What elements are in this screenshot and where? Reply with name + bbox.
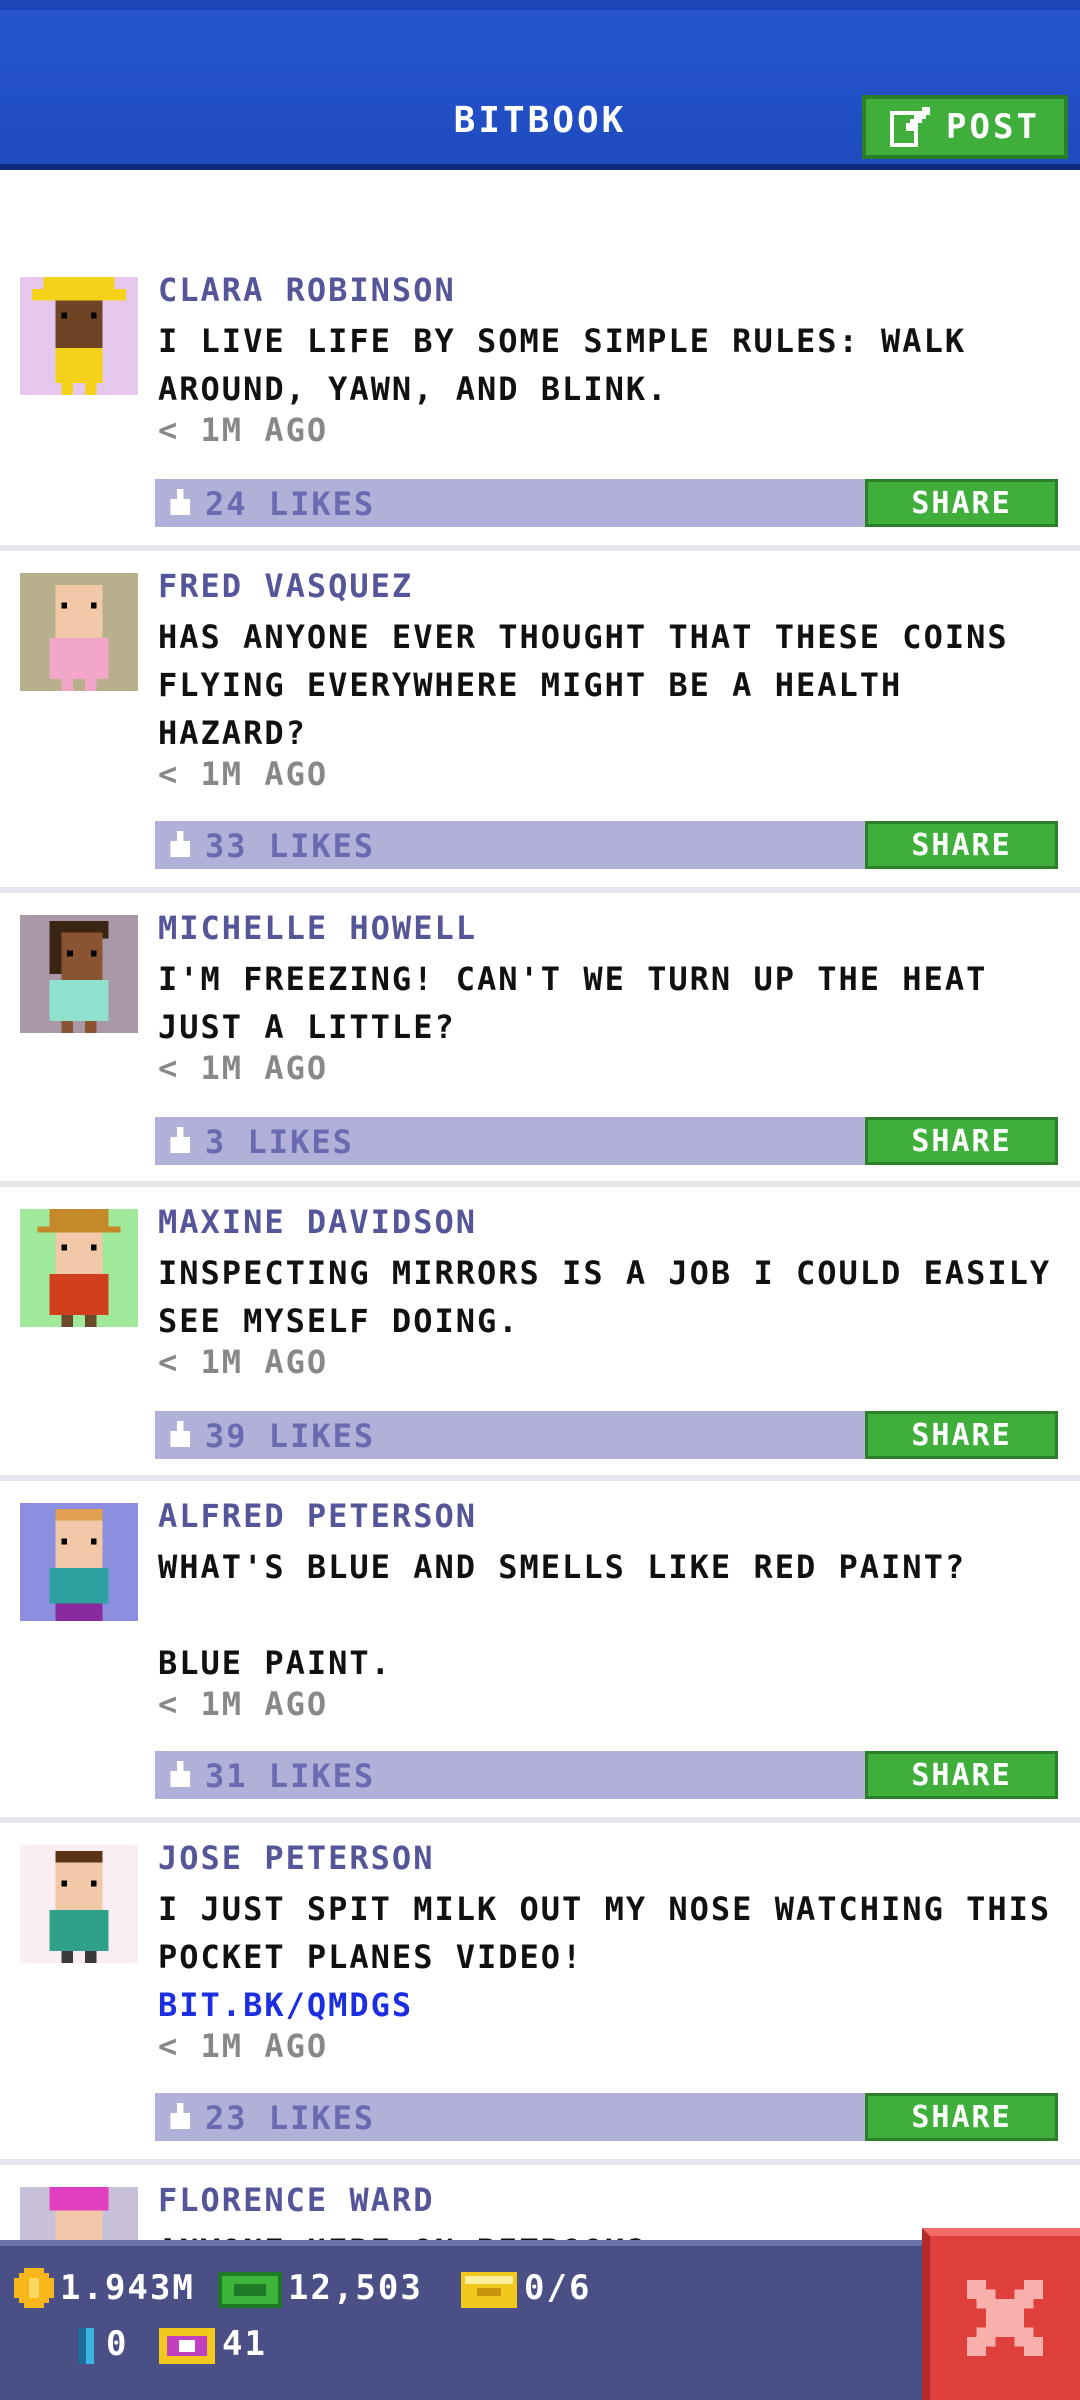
header-bar: BITBOOK POST xyxy=(0,0,1080,170)
person-icon xyxy=(31,277,127,395)
feed-post: CLARA ROBINSON I LIVE LIFE BY SOME SIMPL… xyxy=(0,255,1080,551)
post-message: HAS ANYONE EVER THOUGHT THAT THESE COINS… xyxy=(158,618,1030,752)
share-button[interactable]: SHARE xyxy=(865,821,1058,869)
likes-count: 33 LIKES xyxy=(205,827,376,865)
likes-bar[interactable]: 3 LIKES SHARE xyxy=(155,1117,1058,1165)
thumbs-up-icon xyxy=(170,1421,190,1447)
post-time: < 1M AGO xyxy=(158,1685,329,1723)
key-icon xyxy=(78,2328,94,2364)
post-button-label: POST xyxy=(946,107,1040,147)
vip-value: 41 xyxy=(222,2324,267,2364)
tickets-stat: 0/6 xyxy=(460,2268,591,2308)
likes-bar[interactable]: 24 LIKES SHARE xyxy=(155,479,1058,527)
post-message: INSPECTING MIRRORS IS A JOB I COULD EASI… xyxy=(158,1254,1073,1340)
avatar xyxy=(20,573,138,691)
post-time: < 1M AGO xyxy=(158,755,329,793)
likes-count: 31 LIKES xyxy=(205,1757,376,1795)
thumbs-up-icon xyxy=(170,1761,190,1787)
avatar xyxy=(20,915,138,1033)
post-time: < 1M AGO xyxy=(158,2027,329,2065)
post-author[interactable]: MAXINE DAVIDSON xyxy=(158,1203,477,1241)
likes-count: 23 LIKES xyxy=(205,2099,376,2137)
share-button[interactable]: SHARE xyxy=(865,479,1058,527)
feed-post: FRED VASQUEZ HAS ANYONE EVER THOUGHT THA… xyxy=(0,551,1080,893)
thumbs-up-icon xyxy=(170,489,190,515)
likes-bar[interactable]: 31 LIKES SHARE xyxy=(155,1751,1058,1799)
feed-post: MICHELLE HOWELL I'M FREEZING! CAN'T WE T… xyxy=(0,893,1080,1187)
likes-bar[interactable]: 33 LIKES SHARE xyxy=(155,821,1058,869)
tickets-value: 0/6 xyxy=(524,2268,592,2308)
keys-stat: 0 xyxy=(72,2324,128,2364)
likes-count: 24 LIKES xyxy=(205,485,376,523)
post-time: < 1M AGO xyxy=(158,411,329,449)
post-message: I LIVE LIFE BY SOME SIMPLE RULES: WALK A… xyxy=(158,322,988,408)
avatar xyxy=(20,1845,138,1963)
coins-stat: 1.943M xyxy=(14,2268,195,2308)
post-button[interactable]: POST xyxy=(862,95,1068,159)
likes-bar[interactable]: 39 LIKES SHARE xyxy=(155,1411,1058,1459)
person-icon xyxy=(37,1209,121,1327)
bux-icon xyxy=(218,2272,282,2308)
vip-stat: 41 xyxy=(158,2324,267,2364)
coins-value: 1.943M xyxy=(60,2268,195,2308)
post-link[interactable]: BIT.BK/QMDGS xyxy=(158,1981,1058,2029)
thumbs-up-icon xyxy=(170,1127,190,1153)
close-button[interactable] xyxy=(922,2228,1080,2400)
feed-post: JOSE PETERSON I JUST SPIT MILK OUT MY NO… xyxy=(0,1823,1080,2165)
thumbs-up-icon xyxy=(170,831,190,857)
bitbook-screen: BITBOOK POST CLARA ROBINSON I LIVE LIFE … xyxy=(0,0,1080,2400)
status-bar: 1.943M 12,503 0/6 0 41 xyxy=(0,2240,1080,2400)
post-author[interactable]: FLORENCE WARD xyxy=(158,2181,434,2219)
thumbs-up-icon xyxy=(170,2103,190,2129)
avatar xyxy=(20,1503,138,1621)
person-icon xyxy=(49,584,109,691)
post-message: I JUST SPIT MILK OUT MY NOSE WATCHING TH… xyxy=(158,1890,1073,1976)
ticket-icon xyxy=(461,2272,517,2308)
keys-value: 0 xyxy=(106,2324,129,2364)
coin-icon xyxy=(14,2268,54,2308)
feed-post: ALFRED PETERSON WHAT'S BLUE AND SMELLS L… xyxy=(0,1481,1080,1823)
post-message: I'M FREEZING! CAN'T WE TURN UP THE HEAT … xyxy=(158,960,1009,1046)
feed-list[interactable]: CLARA ROBINSON I LIVE LIFE BY SOME SIMPL… xyxy=(0,255,1080,2365)
avatar xyxy=(20,277,138,395)
bux-value: 12,503 xyxy=(288,2268,423,2308)
share-button[interactable]: SHARE xyxy=(865,1117,1058,1165)
compose-icon xyxy=(890,107,931,147)
likes-count: 39 LIKES xyxy=(205,1417,376,1455)
share-button[interactable]: SHARE xyxy=(865,1751,1058,1799)
share-button[interactable]: SHARE xyxy=(865,2093,1058,2141)
likes-count: 3 LIKES xyxy=(205,1123,354,1161)
feed-post: MAXINE DAVIDSON INSPECTING MIRRORS IS A … xyxy=(0,1187,1080,1481)
bux-stat: 12,503 xyxy=(218,2268,423,2308)
avatar xyxy=(20,1209,138,1327)
share-button[interactable]: SHARE xyxy=(865,1411,1058,1459)
post-author[interactable]: ALFRED PETERSON xyxy=(158,1497,477,1535)
person-icon xyxy=(49,1850,109,1963)
post-time: < 1M AGO xyxy=(158,1049,329,1087)
person-icon xyxy=(49,1508,109,1621)
post-author[interactable]: CLARA ROBINSON xyxy=(158,271,456,309)
person-icon xyxy=(49,920,109,1033)
likes-bar[interactable]: 23 LIKES SHARE xyxy=(155,2093,1058,2141)
post-time: < 1M AGO xyxy=(158,1343,329,1381)
post-author[interactable]: MICHELLE HOWELL xyxy=(158,909,477,947)
post-author[interactable]: JOSE PETERSON xyxy=(158,1839,434,1877)
post-message: WHAT'S BLUE AND SMELLS LIKE RED PAINT? B… xyxy=(158,1548,967,1682)
post-author[interactable]: FRED VASQUEZ xyxy=(158,567,413,605)
close-icon xyxy=(967,2280,1043,2356)
vip-ticket-icon xyxy=(159,2328,215,2364)
